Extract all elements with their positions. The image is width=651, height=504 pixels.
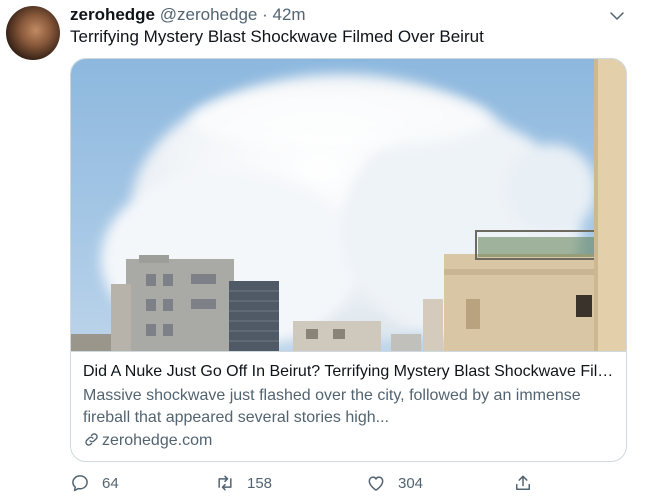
reply-button[interactable]: 64 (70, 470, 119, 496)
avatar[interactable] (6, 6, 60, 60)
card-image (71, 59, 626, 351)
card-domain[interactable]: zerohedge.com (83, 431, 212, 451)
tweet-timestamp[interactable]: 42m (273, 5, 306, 24)
retweet-button[interactable]: 158 (215, 470, 272, 496)
tweet-text: Terrifying Mystery Blast Shockwave Filme… (70, 27, 484, 46)
link-icon (85, 433, 98, 446)
retweet-icon (218, 475, 232, 491)
reply-count: 64 (102, 474, 119, 492)
like-count: 304 (398, 474, 424, 492)
tweet-actions: 64 158 304 (70, 470, 540, 496)
card-domain-text: zerohedge.com (102, 432, 213, 449)
link-card[interactable]: Did A Nuke Just Go Off In Beirut? Terrif… (70, 58, 627, 462)
retweet-count: 158 (247, 474, 273, 492)
author-handle[interactable]: @zerohedge (160, 5, 258, 24)
card-description: Massive shockwave just flashed over the … (83, 387, 581, 426)
header-separator: · (262, 5, 268, 24)
like-icon (368, 476, 384, 491)
share-button[interactable] (513, 470, 533, 496)
card-title[interactable]: Did A Nuke Just Go Off In Beirut? Terrif… (83, 362, 618, 382)
tweet-header: zerohedge @zerohedge · 42m (70, 4, 306, 26)
card-body: Did A Nuke Just Go Off In Beirut? Terrif… (71, 351, 626, 461)
share-icon (516, 475, 530, 490)
author-name[interactable]: zerohedge (70, 5, 155, 24)
reply-icon (72, 475, 88, 492)
chevron-down-icon[interactable] (608, 7, 626, 25)
like-button[interactable]: 304 (366, 470, 423, 496)
